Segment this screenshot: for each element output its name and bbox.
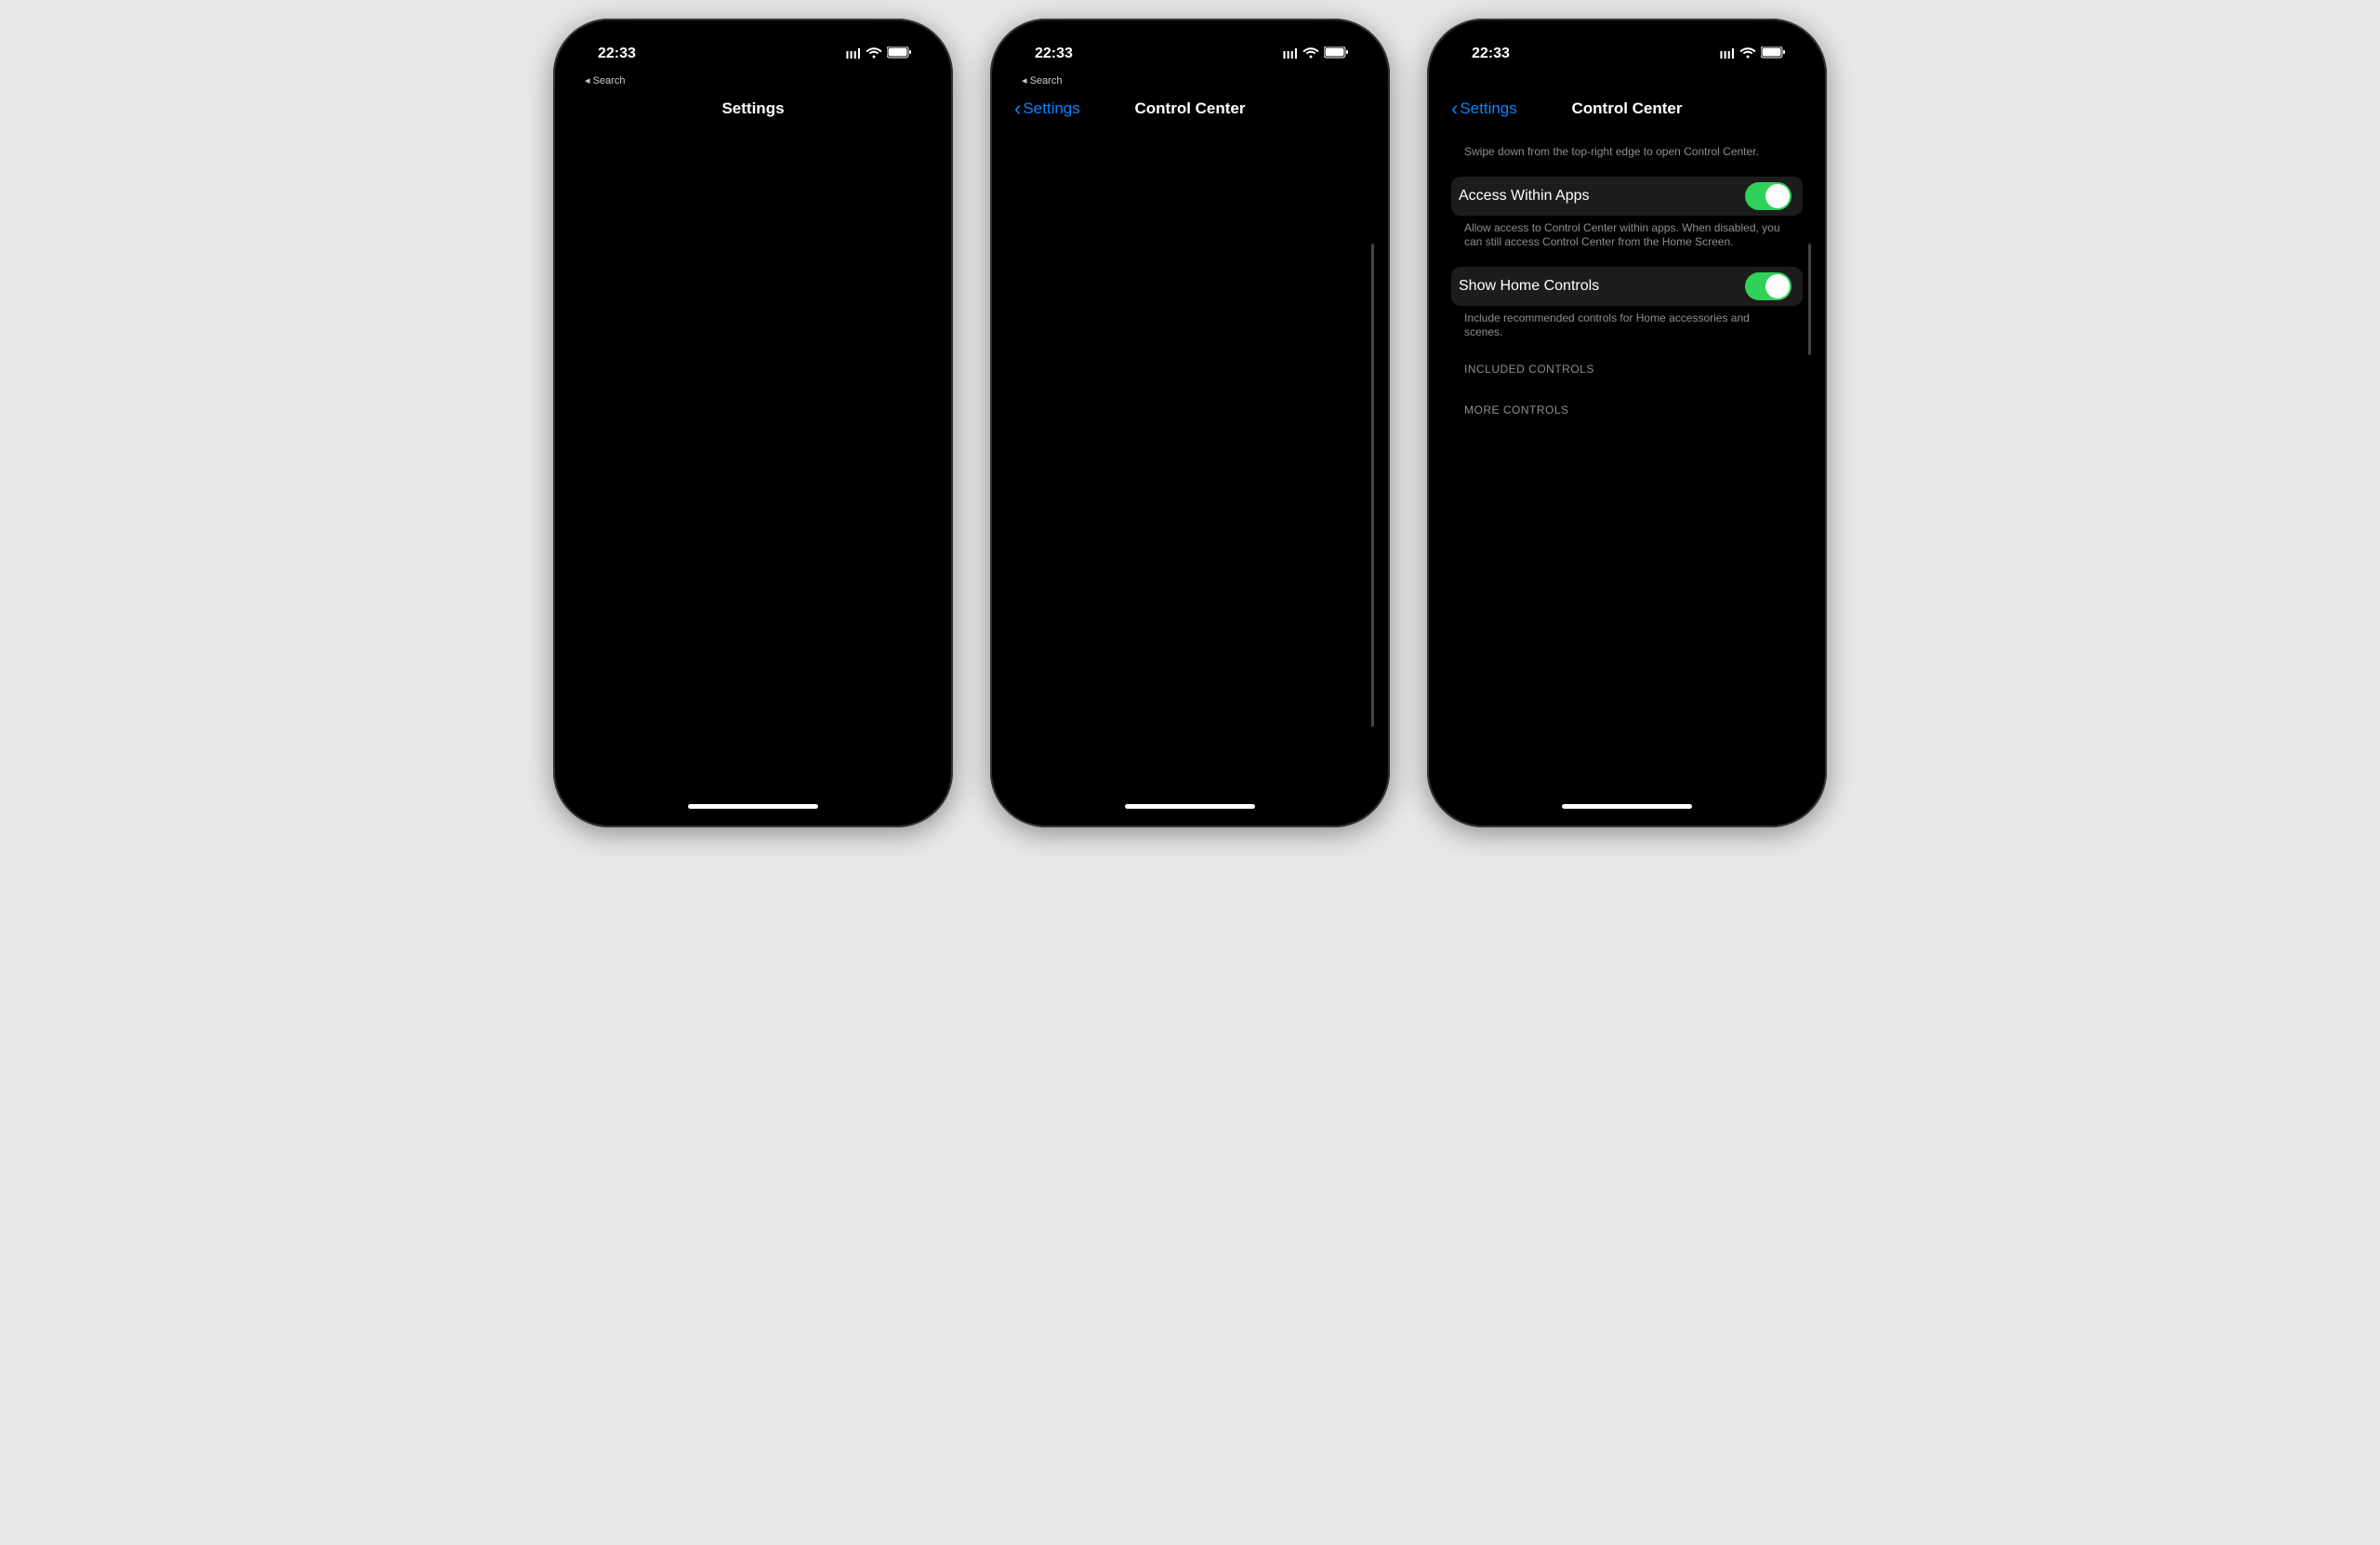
status-time: 22:33	[1035, 46, 1073, 62]
battery-icon	[887, 46, 912, 62]
page-title: Settings	[721, 99, 784, 118]
wifi-icon	[1302, 46, 1319, 62]
signal-icon: ıııl	[845, 46, 861, 62]
battery-icon	[1324, 46, 1349, 62]
signal-icon: ıııl	[1282, 46, 1298, 62]
back-button[interactable]: ‹Settings	[1451, 97, 1517, 121]
scrollbar[interactable]	[1808, 244, 1811, 355]
row-label: Access Within Apps	[1459, 188, 1745, 205]
row-show-home-controls[interactable]: Show Home Controls	[1451, 267, 1803, 306]
home-indicator[interactable]	[1125, 804, 1255, 809]
intro-text: Swipe down from the top-right edge to op…	[1464, 145, 1790, 160]
access-footer: Allow access to Control Center within ap…	[1464, 221, 1790, 250]
back-search[interactable]: ◂ Search	[1022, 74, 1062, 86]
back-search[interactable]: ◂ Search	[585, 74, 625, 86]
home-indicator[interactable]	[1562, 804, 1692, 809]
phone-control-center-manage: 22:33 ıııl ‹Settings Control Center Swip…	[1427, 19, 1827, 827]
row-access-within-apps[interactable]: Access Within Apps	[1451, 177, 1803, 216]
status-icons: ıııl	[1719, 46, 1786, 62]
phone-control-center-add: 22:33 ıııl ◂ Search ‹Settings Control Ce…	[990, 19, 1390, 827]
scrollbar[interactable]	[1371, 244, 1374, 727]
home-footer: Include recommended controls for Home ac…	[1464, 311, 1790, 340]
wifi-icon	[866, 46, 882, 62]
battery-icon	[1761, 46, 1786, 62]
row-label: Show Home Controls	[1459, 278, 1745, 295]
notch	[1557, 32, 1697, 61]
wifi-icon	[1739, 46, 1756, 62]
status-icons: ıııl	[845, 46, 912, 62]
home-indicator[interactable]	[688, 804, 818, 809]
navbar: Settings	[566, 86, 940, 132]
status-time: 22:33	[1472, 46, 1510, 62]
signal-icon: ıııl	[1719, 46, 1735, 62]
notch	[1120, 32, 1260, 61]
included-header: INCLUDED CONTROLS	[1464, 363, 1803, 376]
page-title: Control Center	[1572, 99, 1683, 118]
page-title: Control Center	[1135, 99, 1246, 118]
toggle-home[interactable]	[1745, 272, 1792, 300]
status-time: 22:33	[598, 46, 636, 62]
status-icons: ıııl	[1282, 46, 1349, 62]
notch	[683, 32, 823, 61]
back-button[interactable]: ‹Settings	[1014, 97, 1080, 121]
toggle-access[interactable]	[1745, 182, 1792, 210]
phone-settings: 22:33 ıııl ◂ Search Settings	[553, 19, 953, 827]
more-header: MORE CONTROLS	[1464, 403, 1803, 416]
